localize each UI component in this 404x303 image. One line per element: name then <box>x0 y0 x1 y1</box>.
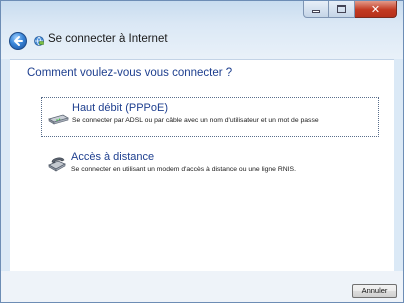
dialup-phone-icon <box>48 157 66 172</box>
minimize-icon <box>312 10 320 13</box>
window-title: Se connecter à Internet <box>48 33 168 45</box>
back-arrow-icon <box>14 36 23 46</box>
back-button[interactable] <box>9 32 27 50</box>
network-icon <box>34 36 44 46</box>
window-controls: ✕ <box>303 1 397 18</box>
connection-question: Comment voulez-vous vous connecter ? <box>27 67 233 79</box>
option-broadband-pppoe[interactable]: Haut débit (PPPoE) Se connecter par ADSL… <box>41 97 379 137</box>
maximize-button[interactable] <box>329 1 355 18</box>
option-title: Haut débit (PPPoE) <box>72 102 168 114</box>
close-button[interactable]: ✕ <box>355 1 397 18</box>
close-icon: ✕ <box>370 2 381 16</box>
connect-to-internet-window: ✕ Se connecter à Internet Comment voulez… <box>0 0 404 303</box>
broadband-modem-icon <box>48 114 69 125</box>
window-caption: ✕ Se connecter à Internet <box>1 1 403 59</box>
option-description: Se connecter en utilisant un modem d'acc… <box>71 166 296 173</box>
option-title: Accès à distance <box>71 151 155 163</box>
option-description: Se connecter par ADSL ou par câble avec … <box>72 117 319 124</box>
maximize-icon <box>337 5 346 13</box>
minimize-button[interactable] <box>303 1 329 18</box>
cancel-button[interactable]: Annuler <box>352 284 397 298</box>
dialog-footer <box>1 271 403 302</box>
option-dialup[interactable]: Accès à distance Se connecter en utilisa… <box>41 147 379 181</box>
